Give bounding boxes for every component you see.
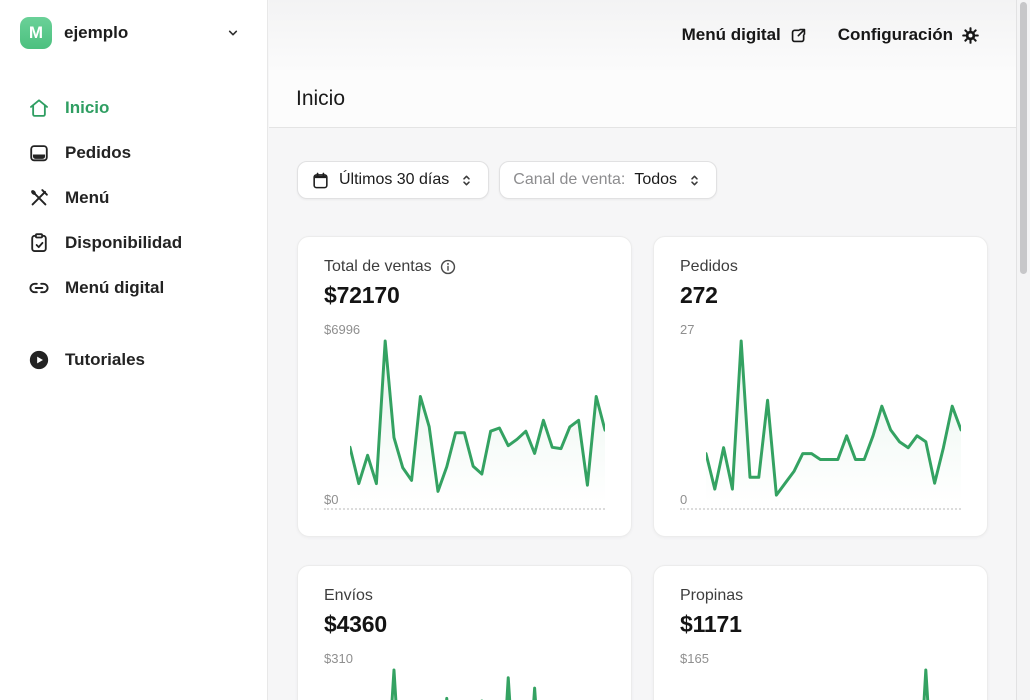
channel-value: Todos <box>634 171 677 189</box>
scrollbar[interactable] <box>1016 0 1030 700</box>
page-header: Inicio <box>269 70 1016 128</box>
channel-label: Canal de venta: <box>513 171 625 189</box>
y-axis-max-label: $6996 <box>324 322 605 337</box>
calendar-icon <box>311 171 330 190</box>
y-axis-max-label: $165 <box>680 651 961 666</box>
y-axis-min-label: 0 <box>680 492 687 507</box>
sparkline-chart <box>680 668 961 700</box>
y-axis-min-label: $0 <box>324 492 338 507</box>
card-total-de-ventas: Total de ventas $72170 $6996 $0 <box>297 236 632 537</box>
link-icon <box>28 277 50 299</box>
sparkline-svg <box>706 668 961 700</box>
sidebar-item-menu[interactable]: Menú <box>0 175 267 220</box>
date-range-value: Últimos 30 días <box>339 171 449 189</box>
workspace-name: ejemplo <box>64 23 128 43</box>
sparkline-chart: $0 <box>324 339 605 503</box>
play-circle-icon <box>28 349 50 371</box>
stats-grid: Total de ventas $72170 $6996 $0 <box>297 236 988 700</box>
card-pedidos: Pedidos 272 27 0 <box>653 236 988 537</box>
clipboard-check-icon <box>28 232 50 254</box>
card-value: $72170 <box>324 282 605 309</box>
cutlery-icon <box>28 187 50 209</box>
app-window: M ejemplo Inicio Pedidos <box>0 0 1030 700</box>
card-value: 272 <box>680 282 961 309</box>
content: Últimos 30 días Canal de venta: Todos <box>269 128 1016 700</box>
filters-row: Últimos 30 días Canal de venta: Todos <box>297 161 988 199</box>
sparkline-svg <box>706 339 961 503</box>
main-area: Menú digital Configuración <box>269 0 1016 700</box>
sparkline-chart <box>324 668 605 700</box>
orders-tray-icon <box>28 142 50 164</box>
sidebar-item-label: Menú digital <box>65 278 164 298</box>
card-title: Total de ventas <box>324 258 432 276</box>
workspace-logo: M <box>20 17 52 49</box>
date-range-select[interactable]: Últimos 30 días <box>297 161 489 199</box>
x-axis-rule <box>680 508 961 510</box>
channel-select[interactable]: Canal de venta: Todos <box>499 161 717 199</box>
info-icon[interactable] <box>439 258 457 276</box>
card-title: Pedidos <box>680 258 738 276</box>
card-title: Envíos <box>324 587 373 605</box>
topbar: Menú digital Configuración <box>269 0 1016 70</box>
y-axis-max-label: $310 <box>324 651 605 666</box>
configuracion-link[interactable]: Configuración <box>838 25 980 45</box>
workspace-switcher[interactable]: M ejemplo <box>0 0 267 63</box>
x-axis-rule <box>324 508 605 510</box>
sidebar-item-label: Tutoriales <box>65 350 145 370</box>
chevron-down-icon <box>225 25 241 41</box>
sparkline-svg <box>350 668 605 700</box>
configuracion-link-label: Configuración <box>838 25 953 45</box>
sidebar-item-label: Disponibilidad <box>65 233 182 253</box>
scrollbar-thumb[interactable] <box>1020 2 1027 274</box>
sparkline-svg <box>350 339 605 503</box>
sidebar-item-tutoriales[interactable]: Tutoriales <box>0 337 267 382</box>
sidebar-secondary-nav: Tutoriales <box>0 337 267 382</box>
gear-icon <box>961 26 980 45</box>
card-value: $4360 <box>324 611 605 638</box>
sidebar-item-menu-digital[interactable]: Menú digital <box>0 265 267 310</box>
sparkline-chart: 0 <box>680 339 961 503</box>
sidebar-item-disponibilidad[interactable]: Disponibilidad <box>0 220 267 265</box>
sidebar-nav: Inicio Pedidos Menú Disponibilidad <box>0 85 267 382</box>
card-value: $1171 <box>680 611 961 638</box>
sidebar-item-label: Pedidos <box>65 143 131 163</box>
sidebar-item-pedidos[interactable]: Pedidos <box>0 130 267 175</box>
sidebar: M ejemplo Inicio Pedidos <box>0 0 268 700</box>
home-icon <box>28 97 50 119</box>
sidebar-item-label: Menú <box>65 188 109 208</box>
external-link-icon <box>789 26 808 45</box>
sidebar-item-inicio[interactable]: Inicio <box>0 85 267 130</box>
card-propinas: Propinas $1171 $165 <box>653 565 988 700</box>
page-title: Inicio <box>296 87 345 111</box>
menu-digital-link-label: Menú digital <box>682 25 781 45</box>
menu-digital-link[interactable]: Menú digital <box>682 25 808 45</box>
up-down-chevrons-icon <box>686 172 703 189</box>
up-down-chevrons-icon <box>458 172 475 189</box>
card-title: Propinas <box>680 587 743 605</box>
sidebar-item-label: Inicio <box>65 98 109 118</box>
y-axis-max-label: 27 <box>680 322 961 337</box>
card-envios: Envíos $4360 $310 <box>297 565 632 700</box>
